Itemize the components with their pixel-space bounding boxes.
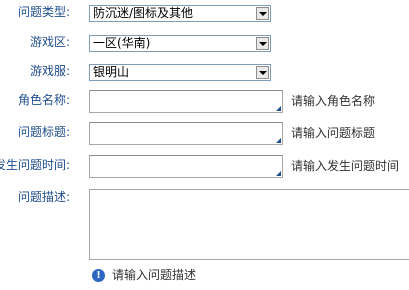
problem-desc-label: 问题描述: bbox=[17, 190, 70, 204]
problem-desc-textarea[interactable] bbox=[89, 189, 409, 260]
problem-type-label: 问题类型: bbox=[17, 5, 70, 19]
problem-type-select[interactable]: 防沉迷/图标及其他 bbox=[89, 5, 271, 22]
role-name-hint: 请输入角色名称 bbox=[291, 94, 376, 108]
problem-title-hint: 请输入问题标题 bbox=[291, 126, 376, 140]
role-name-input[interactable] bbox=[89, 90, 283, 113]
game-zone-label: 游戏区: bbox=[29, 35, 70, 49]
problem-type-value: 防沉迷/图标及其他 bbox=[93, 6, 194, 20]
game-server-label: 游戏服: bbox=[29, 64, 70, 78]
problem-time-hint: 请输入发生问题时间 bbox=[291, 159, 400, 173]
role-name-label: 角色名称: bbox=[17, 93, 70, 107]
problem-time-input[interactable] bbox=[89, 155, 283, 178]
game-zone-value: 一区(华南) bbox=[93, 36, 151, 50]
problem-desc-hint: 请输入问题描述 bbox=[112, 268, 197, 282]
game-server-value: 银明山 bbox=[93, 65, 130, 79]
resize-grip-icon[interactable] bbox=[276, 138, 281, 143]
problem-title-input[interactable] bbox=[89, 122, 283, 145]
chevron-down-icon[interactable] bbox=[256, 37, 269, 50]
info-icon: ! bbox=[92, 269, 105, 282]
game-server-select[interactable]: 银明山 bbox=[89, 64, 271, 81]
chevron-down-icon[interactable] bbox=[256, 7, 269, 20]
chevron-down-icon[interactable] bbox=[256, 66, 269, 79]
resize-grip-icon[interactable] bbox=[276, 106, 281, 111]
problem-title-label: 问题标题: bbox=[17, 125, 70, 139]
game-zone-select[interactable]: 一区(华南) bbox=[89, 35, 271, 52]
problem-time-label: 发生问题时间: bbox=[0, 158, 70, 172]
resize-grip-icon[interactable] bbox=[276, 171, 281, 176]
